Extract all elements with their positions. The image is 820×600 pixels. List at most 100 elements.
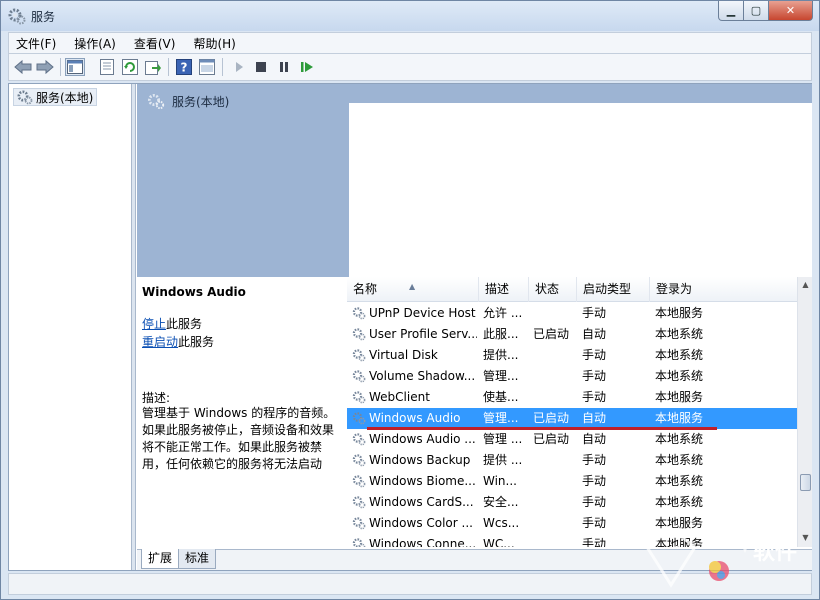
services-rows: UPnP Device Host 允许 ... 手动 本地服务 User Profile… [347,303,797,547]
cell-logon: 本地服务 [655,516,704,530]
cell-startup: 手动 [582,516,607,530]
toolbar-separator [60,58,61,76]
mmc-view-button[interactable] [197,58,217,76]
cell-logon: 本地服务 [655,537,704,547]
services-gear-icon [148,94,165,110]
export-list-button[interactable] [143,58,163,76]
service-gear-icon [352,537,366,547]
cell-logon: 本地服务 [655,390,704,404]
services-gear-icon [8,8,26,25]
back-button[interactable] [13,58,33,76]
table-row[interactable]: Windows Color ... Wcs... 手动 本地服务 [347,513,797,534]
stop-service-link[interactable]: 停止 [142,317,166,331]
cell-logon: 本地系统 [655,369,704,383]
column-header-label: 名称 [353,282,378,296]
table-row[interactable]: Windows CardS... 安全... 手动 本地系统 [347,492,797,513]
cell-startup: 自动 [582,327,607,341]
cell-logon: 本地系统 [655,474,704,488]
table-row[interactable]: Windows Biome... Win... 手动 本地系统 [347,471,797,492]
column-header-name[interactable]: ▲ 名称 [347,277,479,302]
scroll-up-icon[interactable]: ▲ [800,280,811,292]
pause-service-button[interactable] [274,58,294,76]
table-row[interactable]: Virtual Disk 提供... 手动 本地系统 [347,345,797,366]
restart-service-link[interactable]: 重启动 [142,335,178,349]
maximize-button[interactable]: ▢ [744,1,769,21]
vertical-scrollbar[interactable]: ▲ ▼ [797,277,812,547]
table-row[interactable]: Windows Conne... WC... 手动 本地服务 [347,534,797,547]
cell-status [533,366,575,387]
column-header-status[interactable]: 状态 [529,277,577,302]
stop-service-action: 停止此服务 [142,315,202,332]
cell-desc: WC... [483,537,515,547]
cell-status: 已启动 [533,327,570,341]
menu-file[interactable]: 文件(F) [9,35,63,52]
scroll-thumb[interactable] [800,474,811,491]
table-row[interactable]: WebClient 使基... 手动 本地服务 [347,387,797,408]
cell-name: Windows Audio ... [369,432,476,446]
window-controls: ▁ ▢ ✕ [718,1,813,21]
menu-view[interactable]: 查看(V) [127,35,183,52]
cell-name: Windows Backup [369,453,471,467]
table-row[interactable]: User Profile Serv... 此服... 已启动 自动 本地系统 [347,324,797,345]
pane-splitter[interactable] [132,84,136,570]
cell-startup: 手动 [582,474,607,488]
cell-status [533,303,575,324]
cell-name: User Profile Serv... [369,327,477,341]
title-bar[interactable]: 服务 ▁ ▢ ✕ [1,1,819,31]
stop-service-icon [256,62,266,72]
close-button[interactable]: ✕ [769,1,813,21]
service-gear-icon [352,390,366,407]
column-header-label: 登录为 [656,282,693,296]
description-text: 管理基于 Windows 的程序的音频。如果此服务被停止，音频设备和效果将不能正… [142,406,336,471]
column-header-logon-as[interactable]: 登录为 [650,277,797,302]
column-header-description[interactable]: 描述 [479,277,529,302]
results-header-title: 服务(本地) [172,95,230,109]
cell-startup: 自动 [582,411,607,425]
cell-startup: 手动 [582,537,607,547]
status-bar [8,573,812,595]
cell-status [533,471,575,492]
restart-service-button[interactable] [297,58,317,76]
start-service-button[interactable] [229,58,249,76]
export-list-icon [145,61,161,75]
help-button[interactable]: ? [174,58,194,76]
cell-name: Volume Shadow... [369,369,476,383]
cell-name: Virtual Disk [369,348,438,362]
menu-help[interactable]: 帮助(H) [186,35,242,52]
cell-startup: 手动 [582,390,607,404]
results-pane: 服务(本地) Windows Audio 停止此服务 重启动此服务 描述: 管理… [137,84,812,570]
service-gear-icon [352,474,366,491]
scroll-down-icon[interactable]: ▼ [800,533,811,545]
table-row[interactable]: Volume Shadow... 管理... 手动 本地系统 [347,366,797,387]
table-row[interactable]: Windows Audio ... 管理 ... 已启动 自动 本地系统 [347,429,797,450]
tab-standard[interactable]: 标准 [178,549,217,569]
cell-desc: Win... [483,474,517,488]
cell-logon: 本地服务 [655,411,704,425]
cell-desc: 使基... [483,390,519,404]
maximize-icon: ▢ [750,4,762,17]
show-console-tree-button[interactable] [65,58,85,76]
results-header: 服务(本地) [137,84,812,277]
cell-status [533,387,575,408]
refresh-button[interactable] [120,58,140,76]
tree-node-services-local[interactable]: 服务(本地) [13,88,98,106]
cell-startup: 自动 [582,432,607,446]
tab-extended[interactable]: 扩展 [141,549,180,569]
table-row[interactable]: Windows Backup 提供 ... 手动 本地系统 [347,450,797,471]
toolbar: ? [8,54,812,81]
console-tree-icon [67,60,83,74]
service-gear-icon [352,432,366,449]
stop-service-button[interactable] [251,58,271,76]
column-header-startup-type[interactable]: 启动类型 [577,277,650,302]
properties-button[interactable] [97,58,117,76]
start-service-icon [236,62,243,72]
cell-logon: 本地系统 [655,495,704,509]
forward-button[interactable] [35,58,55,76]
table-row-selected[interactable]: Windows Audio 管理... 已启动 自动 本地服务 [347,408,797,429]
results-header-blank [349,103,812,277]
minimize-button[interactable]: ▁ [718,1,744,21]
main-area: 服务(本地) 服务(本地) Windows Audio 停止此服务 重启动此服务… [8,83,812,571]
cell-startup: 手动 [582,306,607,320]
table-row[interactable]: UPnP Device Host 允许 ... 手动 本地服务 [347,303,797,324]
menu-action[interactable]: 操作(A) [67,35,123,52]
